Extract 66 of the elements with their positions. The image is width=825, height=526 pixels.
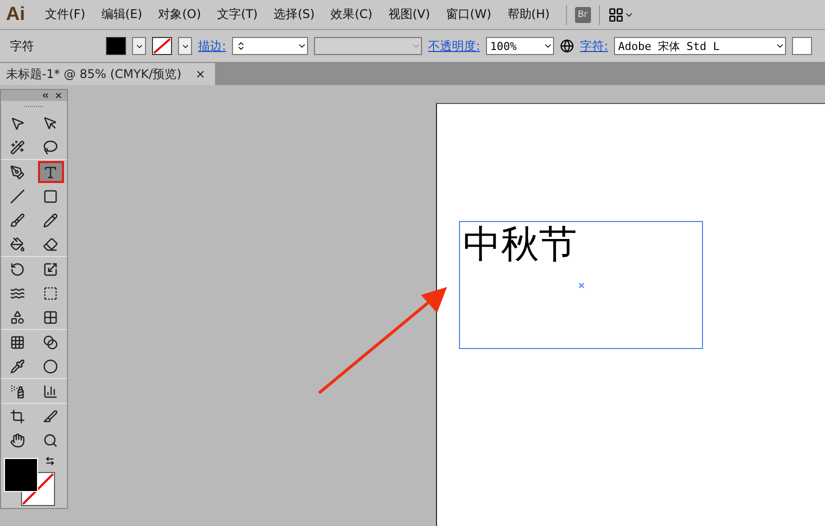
eyedropper-icon: [10, 358, 25, 374]
pencil-icon: [43, 212, 58, 228]
rotate-icon: [10, 262, 25, 276]
blend-icon: [43, 358, 58, 374]
stepper-icon[interactable]: [236, 41, 246, 51]
stroke-link[interactable]: 描边:: [198, 38, 226, 54]
perspective-grid-icon: [43, 310, 58, 324]
menu-item[interactable]: 对象(O): [150, 6, 210, 23]
swap-icon[interactable]: [45, 456, 55, 466]
selection-arrow-icon: [10, 116, 25, 130]
stroke-style-dropdown[interactable]: [314, 37, 422, 55]
hand-icon: [10, 432, 25, 448]
font-field[interactable]: Adobe 宋体 Std L: [614, 37, 786, 55]
dropdown-button[interactable]: [132, 37, 146, 55]
pen-icon: [10, 164, 25, 180]
menu-item[interactable]: 帮助(H): [499, 6, 558, 23]
dropdown-button[interactable]: [178, 37, 192, 55]
menu-item[interactable]: 视图(V): [380, 6, 438, 23]
search-icon: [43, 432, 58, 448]
magic-wand-icon: [10, 140, 25, 154]
globe-icon[interactable]: [560, 39, 574, 53]
opacity-link[interactable]: 不透明度:: [428, 38, 480, 54]
free-transform-icon: [43, 286, 58, 300]
gradient-icon: [43, 334, 58, 350]
eraser-icon: [43, 236, 58, 252]
artboard-icon: [10, 408, 25, 424]
paint-bucket-icon: [10, 236, 25, 252]
rectangle-icon: [43, 188, 58, 204]
center-point-icon: [579, 283, 584, 288]
slice-icon: [43, 408, 58, 424]
menu-item[interactable]: 文字(T): [209, 6, 266, 23]
spray-can-icon: [10, 384, 25, 398]
text-frame[interactable]: 中秋节: [459, 221, 703, 349]
menu-item[interactable]: 效果(C): [322, 6, 380, 23]
mesh-icon: [10, 334, 25, 350]
workspace-icon[interactable]: [608, 6, 624, 22]
direct-selection-arrow-icon: [43, 116, 58, 130]
app-logo: Ai: [5, 4, 26, 26]
bridge-button[interactable]: Br: [574, 6, 591, 22]
menu-item[interactable]: 选择(S): [266, 6, 323, 23]
line-icon: [10, 188, 25, 204]
document-tab[interactable]: 未标题-1* @ 85% (CMYK/预览) ×: [0, 63, 216, 85]
type-icon: [43, 164, 58, 180]
close-button[interactable]: ×: [195, 67, 206, 81]
brush-icon: [10, 212, 25, 228]
stroke-swatch[interactable]: [152, 37, 172, 55]
menu-item[interactable]: 窗口(W): [438, 6, 500, 23]
lasso-icon: [43, 140, 58, 154]
grip-icon[interactable]: [24, 104, 44, 108]
opacity-field[interactable]: 100%: [486, 37, 554, 55]
collapse-icon[interactable]: [41, 91, 50, 100]
font-link[interactable]: 字符:: [580, 38, 608, 54]
scale-icon: [43, 262, 58, 276]
bar-chart-icon: [43, 384, 58, 398]
warp-icon: [10, 286, 25, 300]
font-style-field[interactable]: [792, 37, 812, 55]
stroke-weight-field[interactable]: [232, 37, 308, 55]
shapes-icon: [10, 310, 25, 324]
close-icon[interactable]: [54, 91, 63, 100]
menu-item[interactable]: 文件(F): [37, 6, 94, 23]
artboard-text: 中秋节: [462, 222, 577, 266]
control-label: 字符: [9, 38, 35, 54]
fill-color-swatch[interactable]: [4, 458, 38, 492]
type-tool[interactable]: [38, 161, 64, 183]
fill-swatch[interactable]: [106, 37, 126, 55]
menu-item[interactable]: 编辑(E): [93, 6, 150, 23]
